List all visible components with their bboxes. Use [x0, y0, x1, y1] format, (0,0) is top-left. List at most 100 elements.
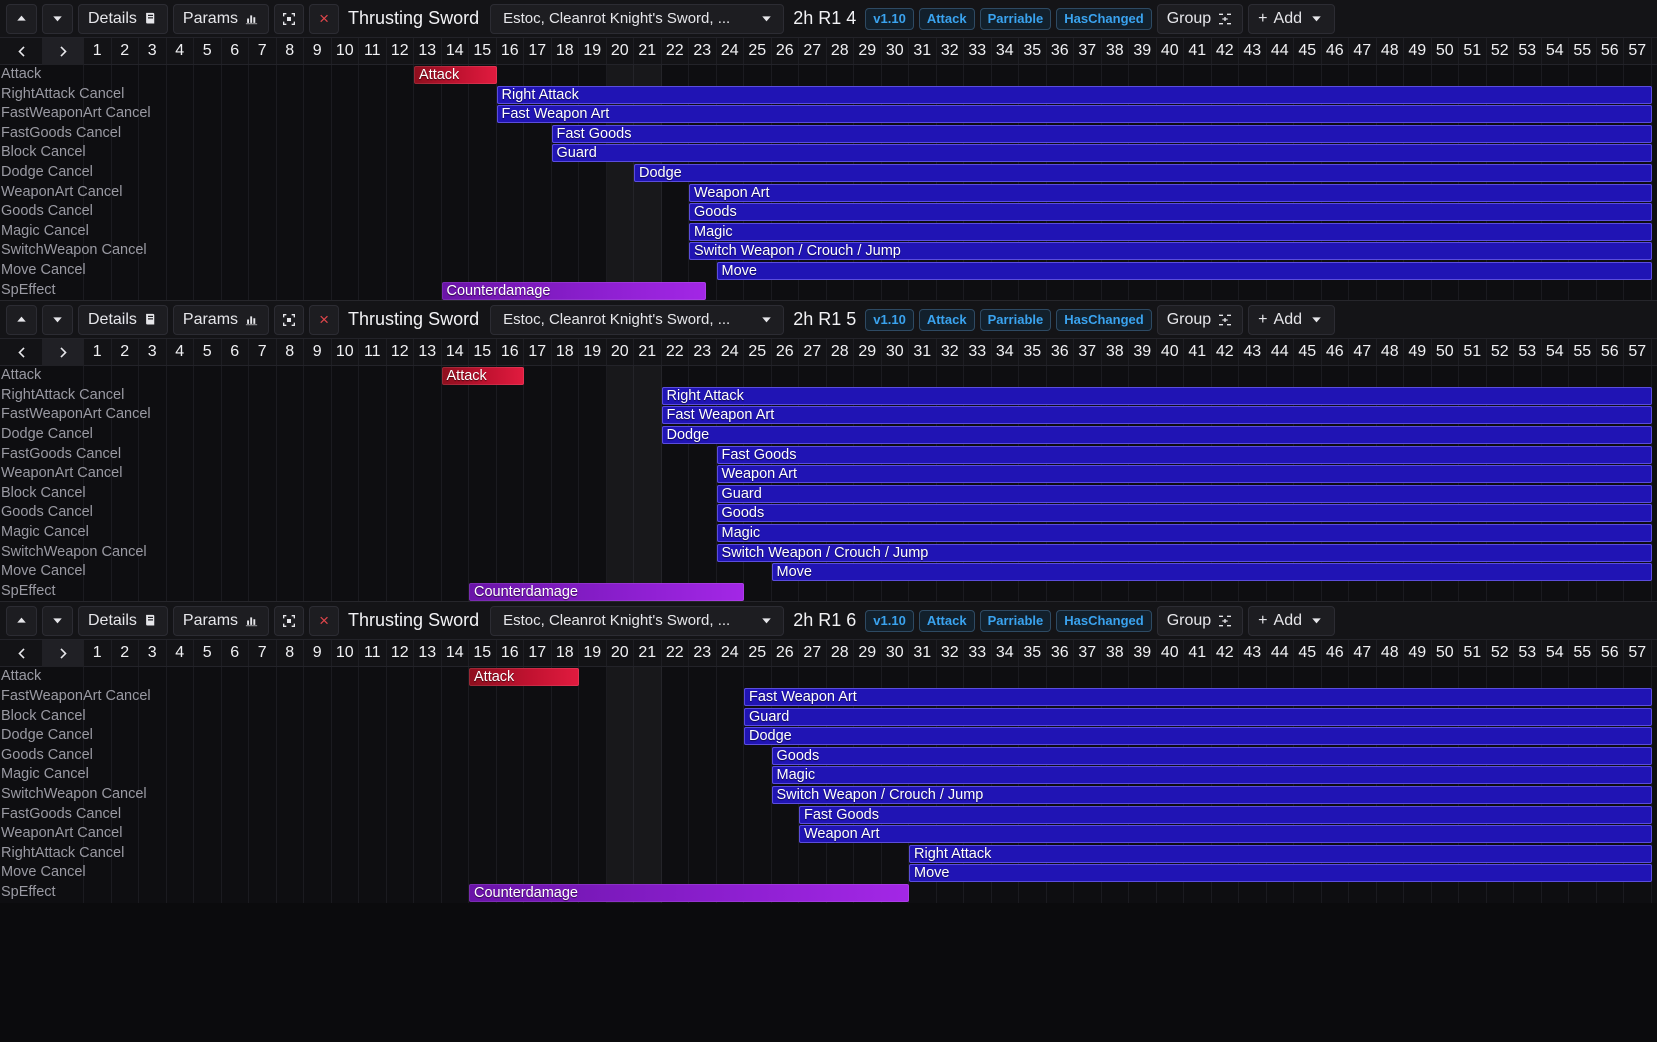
- chevron-right-icon: [59, 648, 67, 659]
- add-button[interactable]: + Add: [1248, 605, 1335, 636]
- timeline-bar-cancel[interactable]: Weapon Art: [799, 825, 1652, 844]
- timeline-bar-cancel[interactable]: Move: [716, 261, 1652, 280]
- ruler-tick: 17: [524, 640, 552, 667]
- scroll-right-button[interactable]: [42, 639, 84, 667]
- timeline-bar-cancel[interactable]: Fast Goods: [716, 445, 1652, 464]
- timeline-bar-cancel[interactable]: Right Attack: [496, 85, 1652, 104]
- timeline-bar-attack[interactable]: Attack: [469, 668, 579, 687]
- timeline-row: FastWeaponArt Cancel Fast Weapon Art: [0, 405, 1657, 425]
- move-up-button[interactable]: [6, 3, 37, 34]
- scroll-left-button[interactable]: [0, 640, 42, 667]
- timeline-bar-cancel[interactable]: Fast Weapon Art: [496, 105, 1652, 124]
- timeline-bar-cancel[interactable]: Magic: [716, 523, 1652, 542]
- group-button[interactable]: Group: [1156, 3, 1244, 34]
- ruler-tick: 30: [882, 38, 909, 64]
- timeline-bar-label: Attack: [419, 67, 460, 83]
- ruler-tick: 38: [1102, 38, 1129, 64]
- timeline-bar-cancel[interactable]: Move: [771, 563, 1652, 582]
- group-button[interactable]: Group: [1156, 605, 1244, 636]
- weapon-select[interactable]: Estoc, Cleanrot Knight's Sword, ...: [490, 3, 785, 34]
- details-button[interactable]: Details: [78, 605, 168, 636]
- ruler-tick: 46: [1322, 640, 1349, 667]
- chevron-up-icon: [17, 618, 26, 623]
- timeline-bar-attack[interactable]: Attack: [441, 367, 524, 386]
- bar-chart-icon: [245, 15, 258, 25]
- timeline-row: FastWeaponArt Cancel Fast Weapon Art: [0, 104, 1657, 124]
- scroll-left-button[interactable]: [0, 38, 42, 65]
- timeline-bar-label: Move: [914, 865, 950, 882]
- group-button-label: Group: [1166, 310, 1212, 328]
- weapon-class-title: Thrusting Sword: [348, 610, 480, 631]
- timeline-bar-label: Counterdamage: [446, 282, 551, 299]
- timeline-bar-cancel[interactable]: Magic: [771, 766, 1652, 785]
- timeline-row: SpEffect Counterdamage: [0, 582, 1657, 602]
- timeline-bar-cancel[interactable]: Right Attack: [661, 386, 1652, 405]
- move-up-button[interactable]: [6, 304, 37, 335]
- timeline-bar-cancel[interactable]: Guard: [716, 484, 1652, 503]
- move-down-button[interactable]: [42, 605, 73, 636]
- close-button[interactable]: ×: [309, 605, 340, 636]
- weapon-select[interactable]: Estoc, Cleanrot Knight's Sword, ...: [490, 605, 785, 636]
- timeline-bar-cancel[interactable]: Switch Weapon / Crouch / Jump: [771, 785, 1652, 804]
- scroll-left-button[interactable]: [0, 339, 42, 366]
- ruler-tick: 32: [937, 640, 964, 667]
- timeline-bar-counter[interactable]: Counterdamage: [441, 281, 706, 300]
- move-down-button[interactable]: [42, 304, 73, 335]
- row-label: Block Cancel: [1, 707, 86, 724]
- timeline-row: WeaponArt Cancel Weapon Art: [0, 183, 1657, 203]
- timeline-bar-cancel[interactable]: Weapon Art: [689, 183, 1652, 202]
- params-button[interactable]: Params: [172, 605, 270, 636]
- timeline-bar-label: Weapon Art: [804, 826, 880, 843]
- timeline-bar-cancel[interactable]: Move: [909, 864, 1652, 883]
- timeline-bar-cancel[interactable]: Guard: [744, 707, 1652, 726]
- params-button[interactable]: Params: [172, 3, 270, 34]
- group-button-label: Group: [1166, 611, 1212, 629]
- timeline-bar-cancel[interactable]: Fast Weapon Art: [661, 406, 1652, 425]
- details-button[interactable]: Details: [78, 3, 168, 34]
- timeline-bar-cancel[interactable]: Fast Goods: [799, 805, 1652, 824]
- collapse-button[interactable]: [274, 304, 305, 335]
- timeline-bar-cancel[interactable]: Fast Weapon Art: [744, 687, 1652, 706]
- close-button[interactable]: ×: [309, 3, 340, 34]
- timeline-row: Block Cancel Guard: [0, 484, 1657, 504]
- timeline-bar-attack[interactable]: Attack: [414, 66, 497, 84]
- timeline-bar-cancel[interactable]: Goods: [689, 203, 1652, 222]
- close-button[interactable]: ×: [309, 304, 340, 335]
- params-button[interactable]: Params: [172, 304, 270, 335]
- timeline-bar-cancel[interactable]: Magic: [689, 222, 1652, 241]
- ruler-tick: 29: [854, 640, 882, 667]
- timeline-bar-cancel[interactable]: Goods: [716, 504, 1652, 523]
- ruler-tick: 44: [1267, 640, 1294, 667]
- status-badge: Attack: [918, 609, 975, 632]
- ruler-tick: 57: [1624, 339, 1652, 366]
- move-up-button[interactable]: [6, 605, 37, 636]
- ruler-tick: 33: [964, 38, 992, 64]
- timeline-bar-cancel[interactable]: Switch Weapon / Crouch / Jump: [689, 242, 1652, 261]
- timeline-bar-counter[interactable]: Counterdamage: [469, 582, 744, 601]
- timeline-bar-cancel[interactable]: Fast Goods: [551, 124, 1652, 143]
- group-button[interactable]: Group: [1156, 304, 1244, 335]
- details-button[interactable]: Details: [78, 304, 168, 335]
- scroll-right-button[interactable]: [42, 338, 84, 366]
- timeline-bar-cancel[interactable]: Dodge: [661, 425, 1652, 444]
- add-button[interactable]: + Add: [1248, 304, 1335, 335]
- timeline-bar-counter[interactable]: Counterdamage: [469, 883, 909, 902]
- timeline-bar-cancel[interactable]: Guard: [551, 144, 1652, 163]
- timeline-bar-label: Move: [721, 262, 757, 279]
- timeline-bar-cancel[interactable]: Right Attack: [909, 844, 1652, 863]
- timeline-bar-cancel[interactable]: Dodge: [634, 163, 1652, 182]
- collapse-button[interactable]: [274, 605, 305, 636]
- timeline-bar-cancel[interactable]: Weapon Art: [716, 465, 1652, 484]
- move-down-button[interactable]: [42, 3, 73, 34]
- timeline-bar-cancel[interactable]: Switch Weapon / Crouch / Jump: [716, 543, 1652, 562]
- ruler-tick: 23: [689, 339, 717, 366]
- weapon-select[interactable]: Estoc, Cleanrot Knight's Sword, ...: [490, 304, 785, 335]
- scroll-right-button[interactable]: [42, 37, 84, 65]
- ruler-tick: 47: [1349, 38, 1377, 64]
- ruler-tick: 40: [1157, 640, 1184, 667]
- add-button[interactable]: + Add: [1248, 3, 1335, 34]
- collapse-button[interactable]: [274, 3, 305, 34]
- timeline-bar-cancel[interactable]: Goods: [771, 746, 1652, 765]
- timeline-bar-cancel[interactable]: Dodge: [744, 727, 1652, 746]
- timeline-row: Magic Cancel Magic: [0, 765, 1657, 785]
